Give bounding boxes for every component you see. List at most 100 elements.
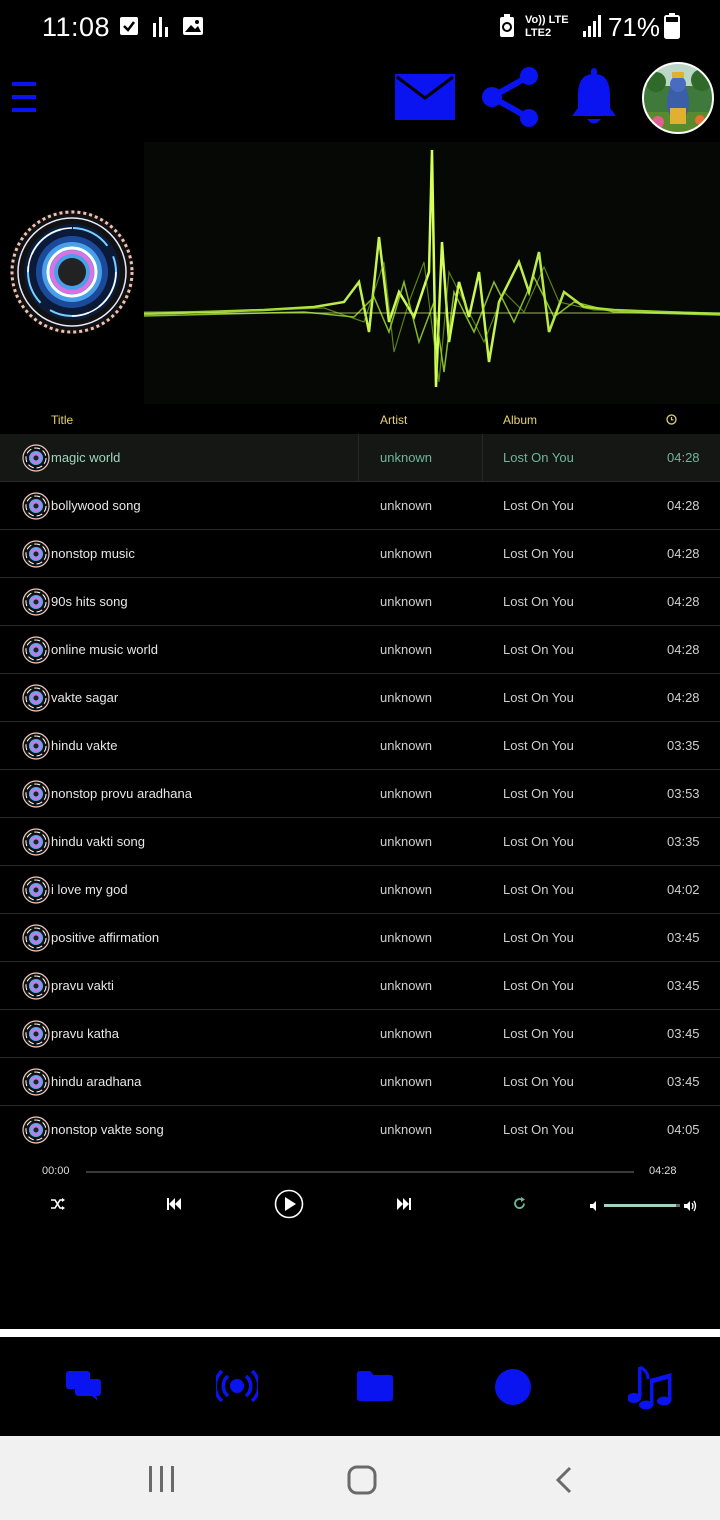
- repeat-icon[interactable]: [513, 1197, 526, 1210]
- track-row[interactable]: hindu vakti song unknown Lost On You 03:…: [0, 818, 720, 866]
- track-title: magic world: [51, 450, 121, 465]
- track-artist: unknown: [380, 1026, 433, 1041]
- disc-icon: [22, 492, 50, 520]
- column-artist[interactable]: Artist: [380, 413, 407, 427]
- track-row[interactable]: pravu katha unknown Lost On You 03:45: [0, 1010, 720, 1058]
- column-title[interactable]: Title: [51, 413, 73, 427]
- stats-notification-icon: [153, 17, 168, 37]
- bell-icon[interactable]: [569, 68, 619, 126]
- avatar[interactable]: [642, 62, 714, 134]
- track-artist: unknown: [380, 786, 433, 801]
- track-artist: unknown: [380, 1074, 433, 1089]
- track-row[interactable]: online music world unknown Lost On You 0…: [0, 626, 720, 674]
- disc-icon: [22, 924, 50, 952]
- track-artist: unknown: [380, 546, 433, 561]
- circle-icon[interactable]: [494, 1368, 532, 1406]
- audio-waveform: [144, 142, 720, 404]
- recent-apps-icon[interactable]: [148, 1466, 176, 1492]
- track-list: magic world unknown Lost On You 04:28 bo…: [0, 434, 720, 1154]
- status-bar: 11:08 Vo)) LTE LTE2 71%: [0, 0, 720, 56]
- track-title: pravu vakti: [51, 978, 114, 993]
- track-album: Lost On You: [503, 882, 574, 897]
- track-row[interactable]: vakte sagar unknown Lost On You 04:28: [0, 674, 720, 722]
- track-duration: 04:28: [667, 450, 700, 465]
- track-row[interactable]: bollywood song unknown Lost On You 04:28: [0, 482, 720, 530]
- track-duration: 03:45: [667, 930, 700, 945]
- next-icon[interactable]: [397, 1198, 411, 1210]
- track-row[interactable]: i love my god unknown Lost On You 04:02: [0, 866, 720, 914]
- clock-icon[interactable]: [666, 414, 677, 425]
- volume-high-icon[interactable]: [684, 1200, 697, 1212]
- track-duration: 04:02: [667, 882, 700, 897]
- track-album: Lost On You: [503, 690, 574, 705]
- track-artist: unknown: [380, 594, 433, 609]
- disc-icon: [22, 684, 50, 712]
- track-artist: unknown: [380, 642, 433, 657]
- track-title: i love my god: [51, 882, 128, 897]
- home-icon[interactable]: [347, 1465, 377, 1495]
- track-artist: unknown: [380, 738, 433, 753]
- disc-icon: [22, 636, 50, 664]
- total-time: 04:28: [649, 1165, 677, 1177]
- previous-icon[interactable]: [167, 1198, 181, 1210]
- track-album: Lost On You: [503, 1026, 574, 1041]
- volume-slider[interactable]: [604, 1204, 680, 1207]
- track-artist: unknown: [380, 690, 433, 705]
- battery-percent: 71%: [607, 12, 660, 42]
- broadcast-icon[interactable]: [216, 1370, 258, 1402]
- system-navigation-bar: [0, 1436, 720, 1520]
- track-row[interactable]: hindu aradhana unknown Lost On You 03:45: [0, 1058, 720, 1106]
- track-row[interactable]: pravu vakti unknown Lost On You 03:45: [0, 962, 720, 1010]
- track-artist: unknown: [380, 882, 433, 897]
- menu-icon[interactable]: [12, 82, 38, 112]
- volume-low-icon[interactable]: [590, 1201, 600, 1211]
- progress-bar[interactable]: [86, 1171, 634, 1173]
- track-duration: 03:45: [667, 978, 700, 993]
- track-duration: 04:28: [667, 690, 700, 705]
- track-duration: 04:28: [667, 546, 700, 561]
- disc-icon: [22, 876, 50, 904]
- music-notes-icon[interactable]: [628, 1365, 674, 1409]
- player-controls: 00:00 04:28: [0, 1152, 720, 1328]
- track-row[interactable]: positive affirmation unknown Lost On You…: [0, 914, 720, 962]
- divider: [0, 1329, 720, 1337]
- track-artist: unknown: [380, 930, 433, 945]
- track-row[interactable]: magic world unknown Lost On You 04:28: [0, 434, 720, 482]
- chat-icon[interactable]: [66, 1371, 102, 1401]
- track-album: Lost On You: [503, 642, 574, 657]
- disc-icon: [22, 972, 50, 1000]
- folder-icon[interactable]: [357, 1371, 393, 1401]
- disc-icon: [22, 732, 50, 760]
- track-row[interactable]: nonstop music unknown Lost On You 04:28: [0, 530, 720, 578]
- track-duration: 04:28: [667, 594, 700, 609]
- column-album[interactable]: Album: [503, 413, 537, 427]
- track-title: nonstop vakte song: [51, 1122, 164, 1137]
- disc-icon: [22, 1116, 50, 1144]
- track-artist: unknown: [380, 498, 433, 513]
- share-icon[interactable]: [480, 66, 542, 128]
- track-duration: 04:28: [667, 642, 700, 657]
- track-row[interactable]: nonstop provu aradhana unknown Lost On Y…: [0, 770, 720, 818]
- track-row[interactable]: hindu vakte unknown Lost On You 03:35: [0, 722, 720, 770]
- track-row[interactable]: nonstop vakte song unknown Lost On You 0…: [0, 1106, 720, 1154]
- play-button[interactable]: [274, 1189, 304, 1219]
- track-title: bollywood song: [51, 498, 141, 513]
- track-duration: 04:05: [667, 1122, 700, 1137]
- track-row[interactable]: 90s hits song unknown Lost On You 04:28: [0, 578, 720, 626]
- track-title: nonstop provu aradhana: [51, 786, 192, 801]
- track-title: pravu katha: [51, 1026, 119, 1041]
- track-artist: unknown: [380, 834, 433, 849]
- shuffle-icon[interactable]: [51, 1198, 65, 1210]
- disc-icon: [22, 588, 50, 616]
- checkbox-notification-icon: [120, 17, 138, 35]
- disc-icon: [22, 780, 50, 808]
- track-duration: 03:53: [667, 786, 700, 801]
- disc-icon: [22, 1020, 50, 1048]
- track-title: 90s hits song: [51, 594, 128, 609]
- mail-icon[interactable]: [395, 74, 455, 120]
- track-title: nonstop music: [51, 546, 135, 561]
- elapsed-time: 00:00: [42, 1165, 70, 1177]
- back-icon[interactable]: [554, 1466, 574, 1494]
- track-table-header: Title Artist Album: [0, 404, 720, 434]
- disc-icon: [22, 1068, 50, 1096]
